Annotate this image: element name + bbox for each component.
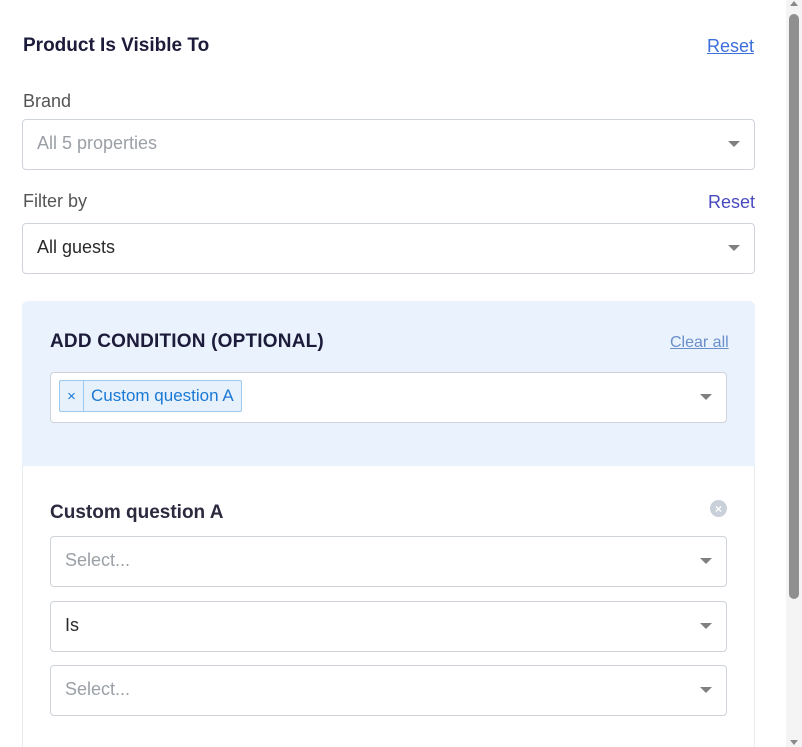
condition-tag: × Custom question A (59, 380, 242, 412)
visibility-panel: Product Is Visible To Reset Brand All 5 … (0, 0, 786, 747)
vertical-scrollbar[interactable] (786, 0, 802, 747)
operator-select-value: Is (65, 615, 80, 635)
chevron-down-icon (700, 623, 712, 629)
operator-select[interactable]: Is (50, 601, 727, 652)
filter-select-value: All guests (37, 237, 116, 257)
chevron-down-icon (700, 687, 712, 693)
chevron-down-icon (700, 394, 712, 400)
tag-remove-icon[interactable]: × (60, 381, 84, 411)
brand-select[interactable]: All 5 properties (22, 119, 755, 170)
custom-question-title: Custom question A (50, 502, 224, 523)
section-title: Product Is Visible To (23, 35, 210, 56)
condition-multiselect[interactable]: × Custom question A (50, 372, 727, 423)
question-select[interactable]: Select... (50, 536, 727, 587)
condition-title: ADD CONDITION (OPTIONAL) (50, 331, 324, 352)
close-icon: × (714, 501, 722, 516)
reset-link[interactable]: Reset (707, 36, 754, 57)
close-circle-icon[interactable]: × (710, 500, 727, 517)
scroll-down-icon[interactable] (790, 740, 798, 745)
scroll-up-icon[interactable] (790, 1, 798, 6)
brand-label: Brand (23, 91, 72, 111)
chevron-down-icon (728, 141, 740, 147)
filter-reset-link[interactable]: Reset (708, 192, 755, 213)
filter-label: Filter by (23, 191, 88, 211)
filter-select[interactable]: All guests (22, 223, 755, 274)
chevron-down-icon (728, 245, 740, 251)
answer-select[interactable]: Select... (50, 665, 727, 716)
brand-select-placeholder: All 5 properties (37, 133, 158, 153)
answer-select-placeholder: Select... (65, 679, 131, 699)
scrollbar-thumb[interactable] (789, 14, 799, 599)
question-select-placeholder: Select... (65, 550, 131, 570)
clear-all-link[interactable]: Clear all (670, 334, 729, 352)
chevron-down-icon (700, 558, 712, 564)
tag-label: Custom question A (91, 386, 234, 405)
